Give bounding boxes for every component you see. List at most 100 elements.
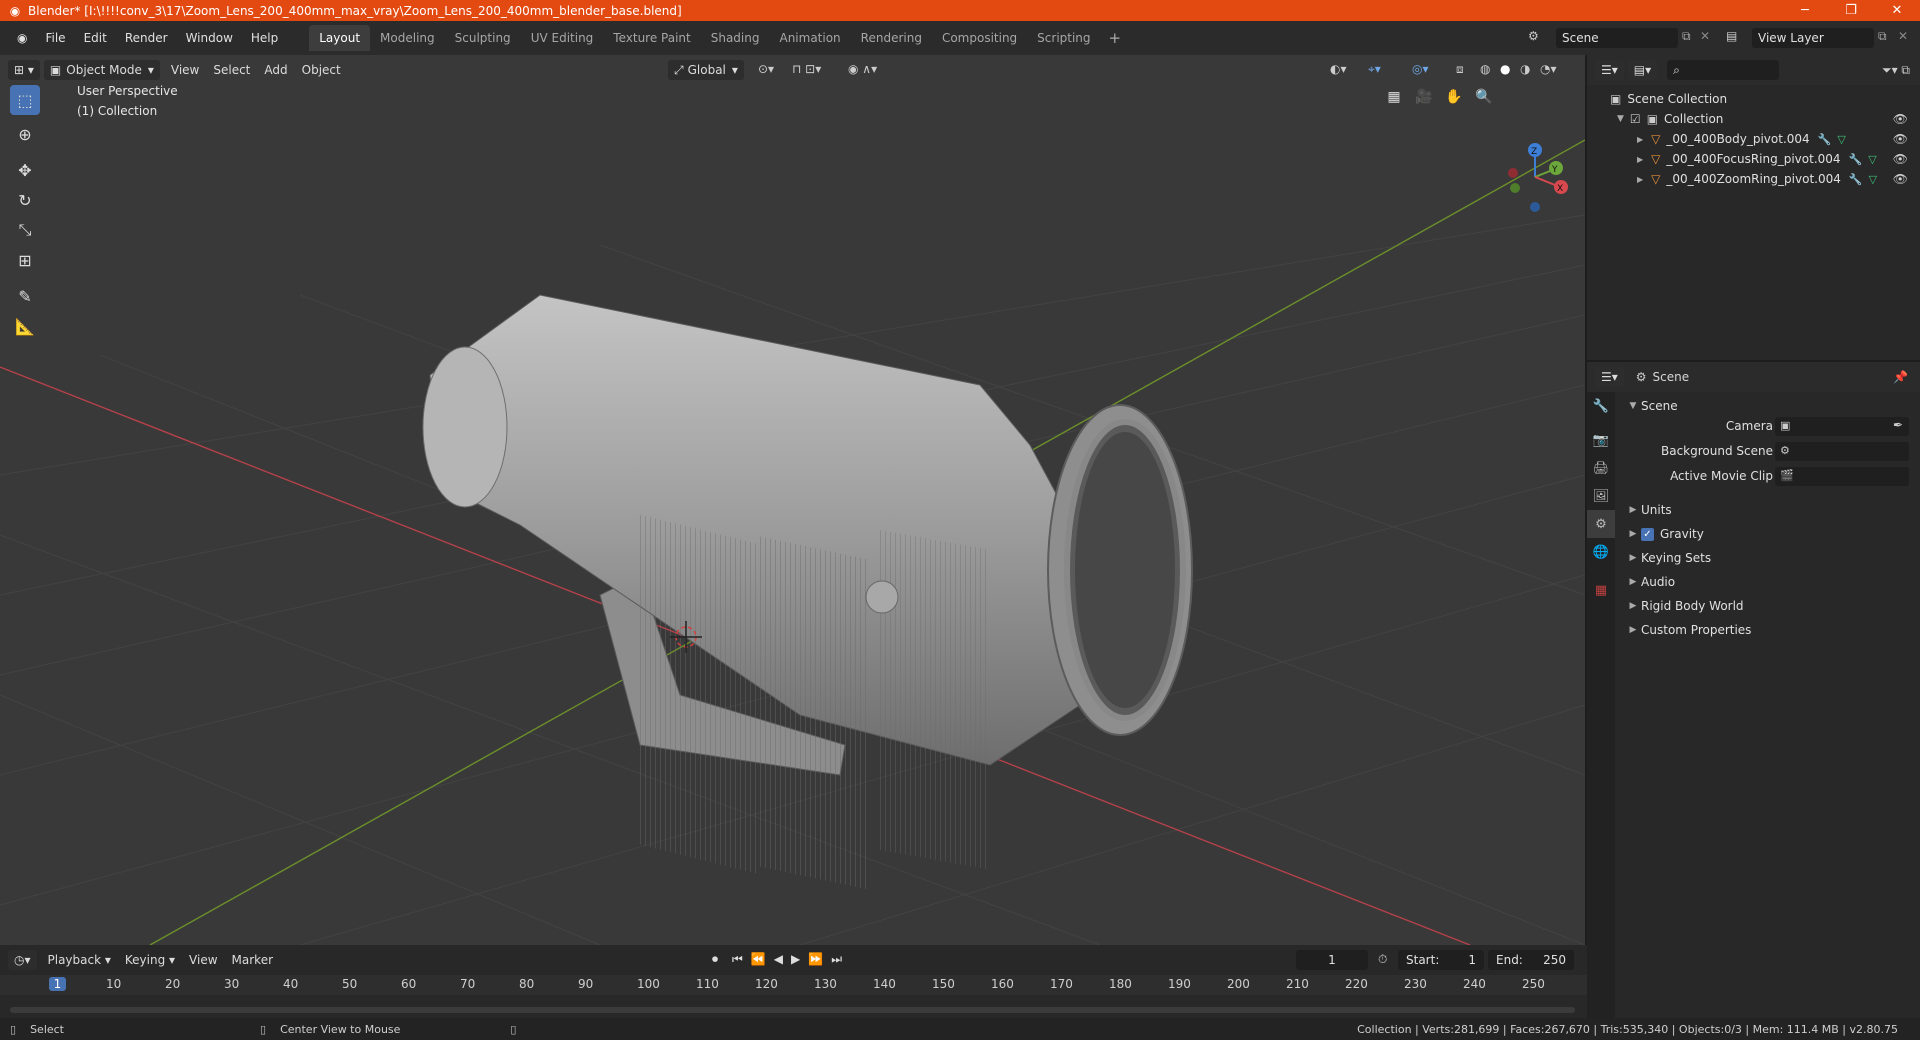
tab-animation[interactable]: Animation — [769, 25, 850, 51]
background-scene-field[interactable]: ⚙ — [1775, 442, 1909, 461]
maximize-button[interactable]: ❐ — [1828, 0, 1874, 21]
scale-tool-icon[interactable]: ⤡ — [10, 215, 40, 245]
transform-tool-icon[interactable]: ⊞ — [10, 245, 40, 275]
display-mode-button[interactable]: ▤▾ — [1627, 60, 1658, 80]
expand-arrow-icon[interactable]: ▶ — [1637, 155, 1643, 164]
tab-layout[interactable]: Layout — [309, 25, 371, 51]
viewport-menu-view[interactable]: View — [164, 63, 206, 77]
menu-render[interactable]: Render — [116, 31, 177, 45]
eye-icon[interactable]: 👁 — [1893, 172, 1908, 186]
overlay-toggle-icon[interactable]: ◎▾ — [1412, 62, 1429, 76]
measure-tool-icon[interactable]: 📐 — [10, 311, 40, 341]
grid-view-icon[interactable]: ▦ — [1382, 85, 1406, 109]
tab-modeling[interactable]: Modeling — [370, 25, 445, 51]
playback-menu[interactable]: Playback ▾ — [41, 953, 118, 967]
scene-selector[interactable]: Scene — [1556, 28, 1678, 48]
audio-panel-header[interactable]: ▶ Audio — [1625, 570, 1915, 594]
minimize-button[interactable]: ─ — [1782, 0, 1828, 21]
jump-end-icon[interactable]: ⏭ — [831, 952, 842, 967]
visibility-icon[interactable]: ◐▾ — [1330, 62, 1347, 76]
camera-view-icon[interactable]: 🎥 — [1412, 85, 1436, 109]
outliner-object-zoomring[interactable]: ▶ ▽ _00_400ZoomRing_pivot.004 🔧 ▽ 👁 — [1587, 169, 1920, 189]
zoom-lens-model[interactable] — [422, 294, 1193, 890]
play-icon[interactable]: ▶ — [791, 952, 800, 967]
rigid-body-world-panel-header[interactable]: ▶ Rigid Body World — [1625, 594, 1915, 618]
viewport-menu-add[interactable]: Add — [257, 63, 294, 77]
custom-properties-panel-header[interactable]: ▶ Custom Properties — [1625, 618, 1915, 642]
editor-type-button[interactable]: ⊞ ▾ — [8, 60, 40, 80]
select-box-tool-icon[interactable]: ⬚ — [10, 85, 40, 115]
view-layer-tab-icon[interactable]: 🖼 — [1587, 482, 1615, 510]
expand-arrow-icon[interactable]: ▶ — [1637, 135, 1643, 144]
zoom-icon[interactable]: 🔍 — [1472, 85, 1496, 109]
scene-panel-header[interactable]: ▼ Scene — [1625, 394, 1915, 418]
timeline-editor-type-button[interactable]: ◷▾ — [8, 950, 37, 970]
mesh-data-icon[interactable]: ▽ — [1868, 153, 1876, 166]
pivot-point-icon[interactable]: ⊙▾ — [758, 62, 774, 76]
xray-toggle-icon[interactable]: ⧈ — [1456, 62, 1464, 77]
tab-uv-editing[interactable]: UV Editing — [521, 25, 604, 51]
mesh-data-icon[interactable]: ▽ — [1869, 173, 1877, 186]
gravity-panel-header[interactable]: ▶ ✓ Gravity — [1625, 522, 1915, 546]
active-movie-clip-field[interactable]: 🎬 — [1775, 467, 1909, 486]
render-tab-icon[interactable]: 📷 — [1587, 426, 1615, 454]
filter-icon[interactable]: ⏷▾ ⧉ — [1882, 63, 1910, 78]
prev-keyframe-icon[interactable]: ⏪ — [751, 952, 766, 967]
delete-scene-icon[interactable]: ✕ — [1700, 29, 1710, 43]
proportional-edit-icon[interactable]: ◉ ∧▾ — [848, 62, 877, 76]
timeline-view-menu[interactable]: View — [182, 953, 224, 967]
outliner-search-input[interactable]: ⌕ — [1667, 60, 1780, 80]
wireframe-shading-icon[interactable]: ◍ — [1480, 62, 1490, 76]
expand-arrow-icon[interactable]: ▶ — [1637, 175, 1643, 184]
annotate-tool-icon[interactable]: ✎ — [10, 281, 40, 311]
outliner-editor-type-button[interactable]: ☰▾ — [1595, 60, 1624, 80]
current-frame-field[interactable]: 1 — [1296, 950, 1368, 970]
stopwatch-icon[interactable]: ⏱ — [1378, 952, 1387, 967]
eye-icon[interactable]: 👁 — [1893, 152, 1908, 166]
keying-menu[interactable]: Keying ▾ — [118, 953, 182, 967]
units-panel-header[interactable]: ▶ Units — [1625, 498, 1915, 522]
new-view-layer-icon[interactable]: ⧉ — [1878, 29, 1887, 44]
tool-tab-icon[interactable]: 🔧 — [1587, 392, 1615, 420]
menu-help[interactable]: Help — [242, 31, 287, 45]
keying-sets-panel-header[interactable]: ▶ Keying Sets — [1625, 546, 1915, 570]
modifier-icon[interactable]: 🔧 — [1849, 153, 1863, 166]
pan-hand-icon[interactable]: ✋ — [1442, 85, 1466, 109]
jump-start-icon[interactable]: ⏮ — [732, 952, 743, 967]
end-frame-field[interactable]: End: 250 — [1488, 950, 1574, 970]
tab-sculpting[interactable]: Sculpting — [445, 25, 521, 51]
material-shading-icon[interactable]: ◑ — [1520, 62, 1530, 76]
marker-menu[interactable]: Marker — [225, 953, 280, 967]
move-tool-icon[interactable]: ✥ — [10, 155, 40, 185]
tab-compositing[interactable]: Compositing — [932, 25, 1027, 51]
outliner-object-body[interactable]: ▶ ▽ _00_400Body_pivot.004 🔧 ▽ 👁 — [1587, 129, 1920, 149]
tab-texture-paint[interactable]: Texture Paint — [603, 25, 700, 51]
outliner-scene-collection[interactable]: ▣ Scene Collection — [1587, 89, 1920, 109]
texture-tab-icon[interactable]: ▦ — [1587, 576, 1615, 604]
blender-menu-icon[interactable]: ◉ — [8, 31, 36, 45]
cursor-tool-icon[interactable]: ⊕ — [10, 119, 40, 149]
gravity-checkbox[interactable]: ✓ — [1641, 527, 1654, 541]
eyedropper-icon[interactable]: ✒ — [1893, 418, 1903, 432]
eye-icon[interactable]: 👁 — [1893, 132, 1908, 146]
outliner-object-focusring[interactable]: ▶ ▽ _00_400FocusRing_pivot.004 🔧 ▽ 👁 — [1587, 149, 1920, 169]
frame-ruler[interactable]: 1 10 20 30 40 50 60 70 80 90 100 110 120 130 140 150 160… — [0, 975, 1587, 995]
camera-field[interactable]: ▣ ✒ — [1775, 417, 1909, 436]
snap-icon[interactable]: ⊓ ⊡▾ — [792, 62, 821, 76]
collection-checkbox[interactable]: ☑ — [1630, 112, 1641, 126]
properties-editor-type-button[interactable]: ☰▾ — [1595, 367, 1624, 387]
view-layer-selector[interactable]: View Layer — [1752, 28, 1874, 48]
3d-viewport[interactable]: Z Y X ⊞ ▾ ▣ Object Mode ▾ View Select Add … — [0, 55, 1585, 945]
scene-tab-icon[interactable]: ⚙ — [1587, 510, 1615, 538]
transform-orientation-selector[interactable]: ⤢ Global ▾ — [668, 60, 744, 80]
close-button[interactable]: ✕ — [1874, 0, 1920, 21]
viewport-menu-object[interactable]: Object — [295, 63, 348, 77]
modifier-icon[interactable]: 🔧 — [1849, 173, 1863, 186]
tab-rendering[interactable]: Rendering — [851, 25, 932, 51]
output-tab-icon[interactable]: 🖨 — [1587, 454, 1615, 482]
tab-scripting[interactable]: Scripting — [1027, 25, 1100, 51]
new-scene-icon[interactable]: ⧉ — [1682, 29, 1691, 44]
tab-shading[interactable]: Shading — [701, 25, 770, 51]
mode-selector[interactable]: ▣ Object Mode ▾ — [43, 60, 160, 80]
modifier-icon[interactable]: 🔧 — [1818, 133, 1832, 146]
